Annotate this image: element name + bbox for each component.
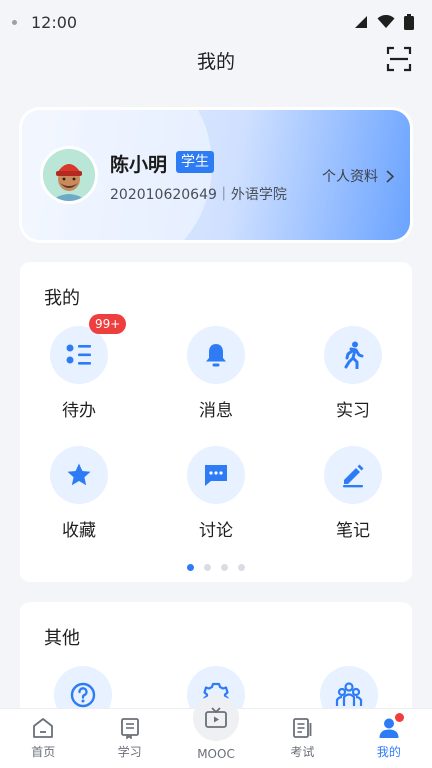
wifi-icon [377,15,395,28]
status-time: 12:00 [31,12,78,32]
mine-panel-title: 我的 [44,288,80,309]
scan-icon[interactable] [386,46,412,72]
walk-icon-circle [324,326,382,384]
walk-icon [344,341,364,369]
star-icon [67,463,91,486]
tab-label: 首页 [31,745,56,759]
mooc-icon-bubble [193,695,240,741]
tab-bar: 首页 学习 MOOC 考试 我的 [0,695,432,768]
bell-icon-circle [187,326,245,384]
profile-link-label: 个人资料 [322,169,378,185]
exam-icon [293,718,312,738]
status-bar: 12:00 [0,0,432,44]
pager-dot[interactable] [187,564,194,571]
grid-item-internship[interactable]: 实习 [308,326,398,421]
tab-mine[interactable]: 我的 [346,709,432,768]
profile-link[interactable]: 个人资料 [322,166,394,186]
nav-bar: 我的 [0,40,432,80]
grid-item-label: 收藏 [62,521,96,541]
tab-study[interactable]: 学习 [86,709,172,768]
book-icon [120,718,139,739]
tab-label: MOOC [197,747,235,761]
status-icons [354,14,414,30]
grid-item-notes[interactable]: 笔记 [308,446,398,541]
tab-label: 学习 [117,745,142,759]
todo-icon [66,344,91,365]
tv-icon [205,707,227,728]
tab-mooc[interactable]: MOOC [173,695,259,768]
profile-card[interactable]: 陈小明 学生 202010620649｜外语学院 个人资料 [22,110,410,240]
pager-dot[interactable] [204,564,211,571]
chevron-right-icon [386,169,394,183]
battery-icon [404,14,414,30]
chat-icon-circle [187,446,245,504]
tab-home[interactable]: 首页 [0,709,86,768]
grid-item-label: 讨论 [199,521,233,541]
edit-icon-circle [324,446,382,504]
pager-dot[interactable] [238,564,245,571]
grid-item-favorites[interactable]: 收藏 [34,446,124,541]
pager-dots [20,564,412,571]
grid-item-messages[interactable]: 消息 [171,326,261,421]
other-panel-title: 其他 [44,628,80,649]
todo-badge: 99+ [89,314,127,334]
tab-exam[interactable]: 考试 [259,709,345,768]
avatar[interactable] [40,146,98,204]
tab-label: 考试 [290,745,315,759]
pager-dot[interactable] [221,564,228,571]
signal-icon [355,16,367,28]
grid-item-label: 待办 [62,401,96,421]
mine-panel: 我的 99+ 待办 消息 实习 收藏 讨论 笔记 [20,262,412,582]
star-icon-circle [50,446,108,504]
help-icon [70,682,96,708]
unread-dot [394,713,404,722]
edit-icon [343,464,364,488]
page-title: 我的 [196,50,235,73]
profile-name: 陈小明 [110,154,168,176]
home-icon [33,718,54,738]
grid-item-discussion[interactable]: 讨论 [171,446,261,541]
group-icon [335,682,363,706]
todo-icon-circle: 99+ [50,314,127,384]
bell-icon [206,344,226,367]
notification-dot-icon [12,19,17,25]
profile-id-line: 202010620649｜外语学院 [110,187,287,203]
tab-label: 我的 [376,745,401,759]
chat-icon [205,465,227,486]
grid-item-label: 实习 [336,401,370,421]
role-badge: 学生 [176,151,214,173]
avatar-illustration [43,149,95,201]
grid-item-label: 笔记 [336,521,370,541]
grid-item-todo[interactable]: 99+ 待办 [34,314,127,421]
grid-item-label: 消息 [199,401,233,421]
